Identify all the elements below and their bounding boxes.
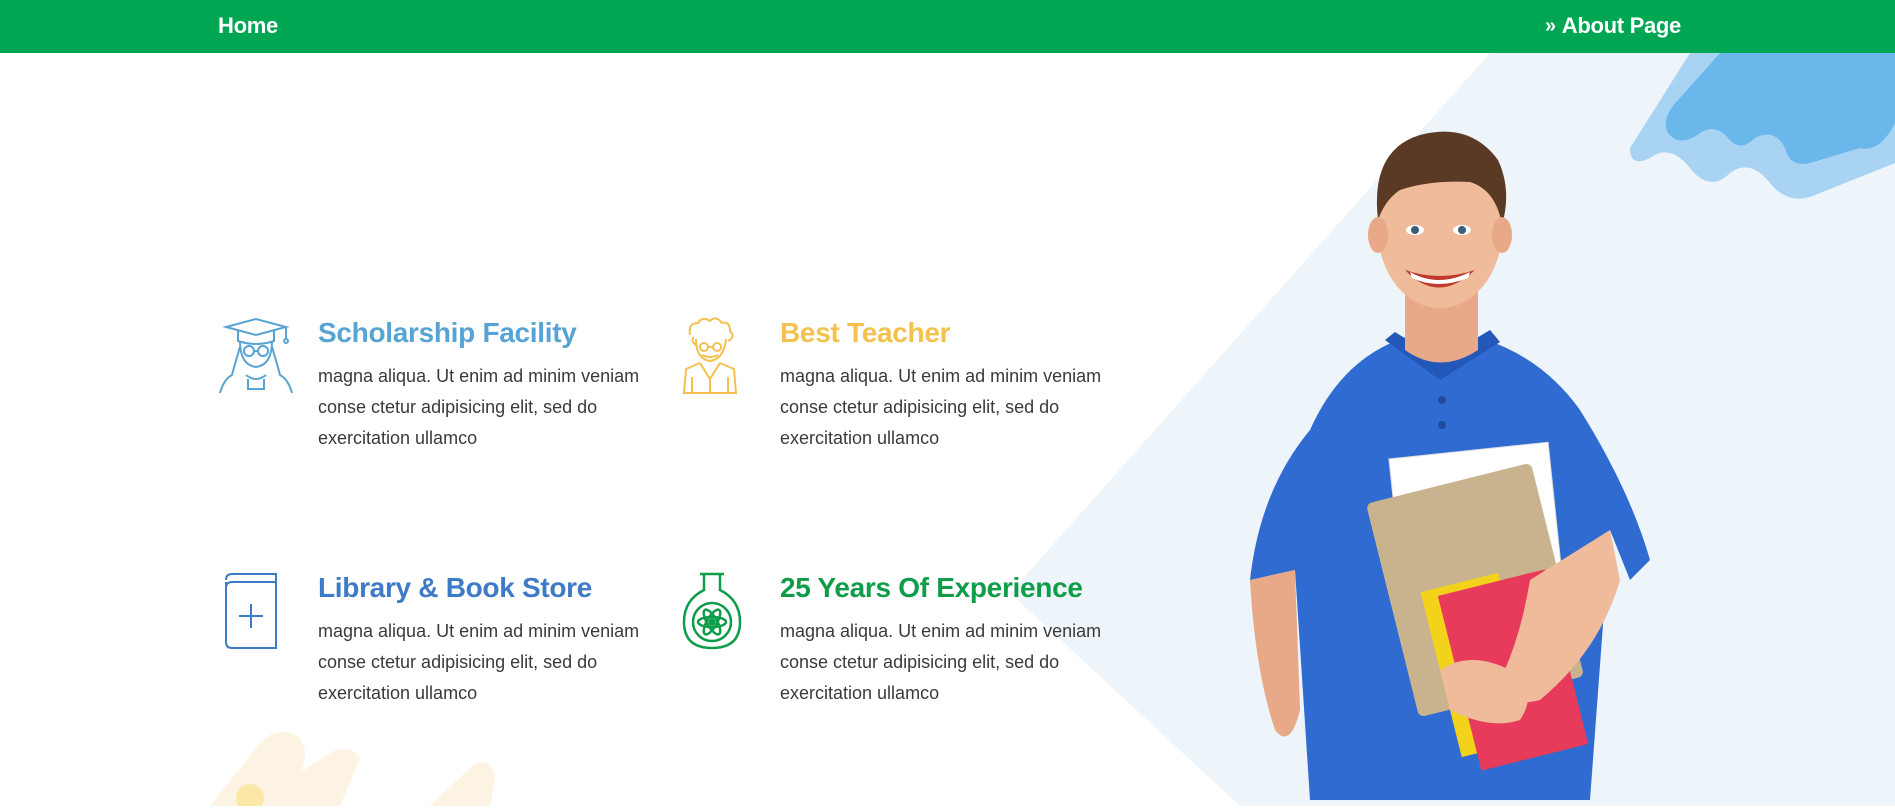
feature-description: magna aliqua. Ut enim ad minim veniam co…: [318, 621, 640, 703]
book-icon: [218, 572, 298, 652]
student-photo: [1200, 110, 1700, 806]
double-chevron-icon: »: [1544, 14, 1556, 37]
breadcrumb: » About Page: [1545, 13, 1681, 39]
breadcrumb-current-page: About Page: [1561, 13, 1682, 38]
feature-title: Best Teacher: [780, 317, 951, 348]
feature-title: Library & Book Store: [318, 572, 593, 603]
feature-title: 25 Years Of Experience: [780, 572, 1083, 603]
top-navigation-bar: Home » About Page: [0, 0, 1895, 53]
feature-description: magna aliqua. Ut enim ad minim veniam co…: [780, 621, 1102, 703]
feature-description: magna aliqua. Ut enim ad minim veniam co…: [318, 366, 640, 448]
home-link[interactable]: Home: [218, 13, 278, 39]
flask-atom-icon: [680, 572, 760, 652]
professor-icon: [680, 317, 760, 397]
feature-title: Scholarship Facility: [318, 317, 577, 348]
graduate-icon: [218, 317, 298, 397]
feature-description: magna aliqua. Ut enim ad minim veniam co…: [780, 366, 1102, 448]
